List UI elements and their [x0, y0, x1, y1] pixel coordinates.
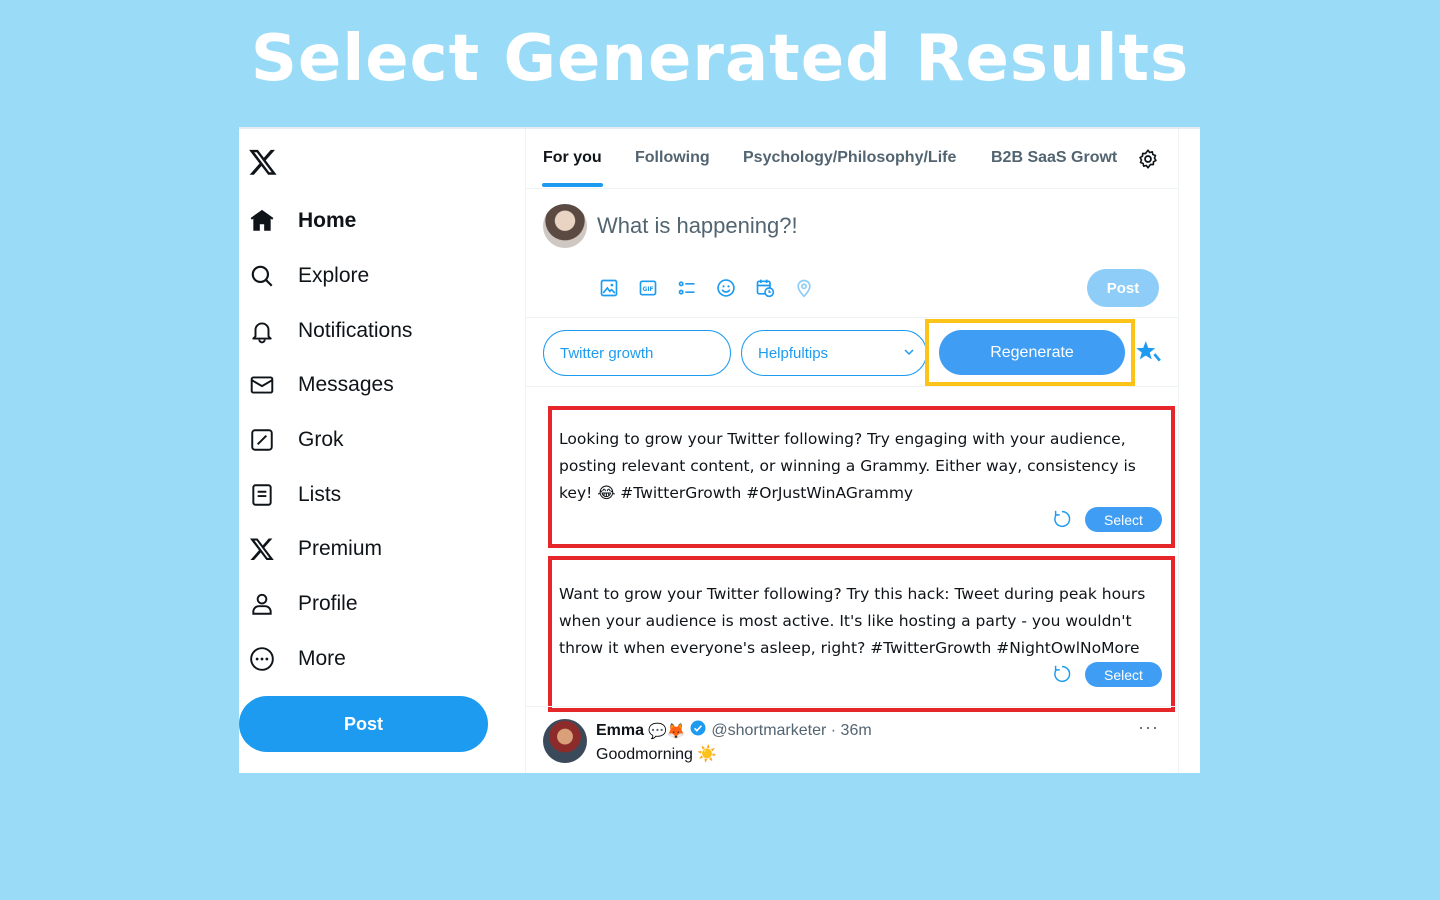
active-tab-indicator	[542, 183, 603, 187]
tab-psychology[interactable]: Psychology/Philosophy/Life	[743, 149, 956, 167]
regenerate-button[interactable]: Regenerate	[939, 330, 1125, 375]
tab-b2b-saas[interactable]: B2B SaaS Growt	[991, 149, 1117, 167]
sidebar-item-label: Lists	[298, 483, 342, 506]
generator-controls: Twitter growth Helpfultips Regenerate	[526, 319, 1179, 387]
topic-input[interactable]: Twitter growth	[543, 330, 731, 376]
sidebar-item-lists[interactable]: Lists	[239, 475, 499, 515]
author-badges: 💬🦊	[648, 722, 686, 740]
more-circle-icon	[249, 646, 275, 672]
compose-input[interactable]: What is happening?!	[597, 213, 798, 239]
tweet-handle-time: @shortmarketer · 36m	[711, 721, 872, 739]
envelope-icon	[249, 372, 275, 398]
gif-icon[interactable]: GIF	[638, 278, 658, 298]
extension-star-icon[interactable]	[1136, 339, 1162, 365]
sidebar-item-label: Premium	[298, 537, 383, 560]
sidebar-item-explore[interactable]: Explore	[239, 256, 499, 296]
location-icon[interactable]	[794, 278, 814, 298]
svg-text:GIF: GIF	[643, 287, 654, 293]
grok-icon	[249, 427, 275, 453]
avatar[interactable]	[543, 204, 587, 248]
sidebar-item-profile[interactable]: Profile	[239, 584, 499, 624]
sidebar-item-label: More	[298, 647, 346, 670]
sidebar-item-label: Grok	[298, 428, 344, 451]
list-icon	[249, 482, 275, 508]
poll-icon[interactable]	[677, 278, 697, 298]
tweet-header: Emma 💬🦊 @shortmarketer · 36m	[596, 719, 872, 742]
emoji-icon[interactable]	[716, 278, 736, 298]
sidebar-item-label: Home	[298, 209, 357, 232]
banner-title: Select Generated Results	[250, 22, 1190, 96]
style-select[interactable]: Helpfultips	[741, 330, 927, 376]
sidebar-item-premium[interactable]: Premium	[239, 529, 499, 569]
sidebar: Home Explore Notifications Messages Grok	[239, 129, 526, 773]
search-icon	[249, 263, 275, 289]
sidebar-item-home[interactable]: Home	[239, 201, 499, 241]
tab-following[interactable]: Following	[635, 149, 710, 167]
style-select-value: Helpfultips	[758, 344, 829, 362]
generated-result-2[interactable]: Want to grow your Twitter following? Try…	[548, 556, 1175, 712]
post-button[interactable]: Post	[239, 696, 488, 752]
refresh-icon[interactable]	[1051, 663, 1073, 685]
compose-post-button[interactable]: Post	[1087, 269, 1159, 307]
timeline-tabs: For you Following Psychology/Philosophy/…	[526, 129, 1179, 189]
sidebar-item-messages[interactable]: Messages	[239, 365, 499, 405]
home-icon	[249, 208, 275, 234]
gear-icon[interactable]	[1137, 148, 1159, 170]
schedule-icon[interactable]	[755, 278, 775, 298]
sidebar-item-grok[interactable]: Grok	[239, 420, 499, 460]
sidebar-item-label: Explore	[298, 264, 370, 287]
sidebar-item-label: Messages	[298, 373, 394, 396]
more-options-icon[interactable]: ···	[1138, 717, 1159, 738]
sidebar-item-label: Profile	[298, 592, 358, 615]
result-text: Looking to grow your Twitter following? …	[559, 430, 1136, 502]
tweet-author-name[interactable]: Emma	[596, 722, 644, 740]
tab-for-you[interactable]: For you	[543, 149, 602, 167]
image-icon[interactable]	[599, 278, 619, 298]
select-button[interactable]: Select	[1085, 507, 1162, 532]
select-button[interactable]: Select	[1085, 662, 1162, 687]
refresh-icon[interactable]	[1051, 508, 1073, 530]
chevron-down-icon	[902, 345, 916, 359]
result-text: Want to grow your Twitter following? Try…	[559, 585, 1146, 657]
app-window: Home Explore Notifications Messages Grok	[239, 127, 1200, 773]
verified-badge-icon	[689, 719, 707, 742]
avatar[interactable]	[543, 719, 587, 763]
main-timeline: For you Following Psychology/Philosophy/…	[526, 129, 1179, 773]
sidebar-item-notifications[interactable]: Notifications	[239, 311, 499, 351]
sidebar-item-label: Notifications	[298, 319, 413, 342]
person-icon	[249, 591, 275, 617]
x-logo-icon	[249, 536, 275, 562]
tweet-body: Goodmorning ☀️	[596, 746, 718, 763]
x-logo-icon[interactable]	[248, 147, 280, 179]
generated-result-1[interactable]: Looking to grow your Twitter following? …	[548, 406, 1175, 548]
tweet[interactable]: Emma 💬🦊 @shortmarketer · 36m Goodmorning…	[526, 706, 1179, 773]
sidebar-item-more[interactable]: More	[239, 639, 499, 679]
composer: What is happening?! GIF Post	[526, 190, 1179, 318]
bell-icon	[249, 318, 275, 344]
